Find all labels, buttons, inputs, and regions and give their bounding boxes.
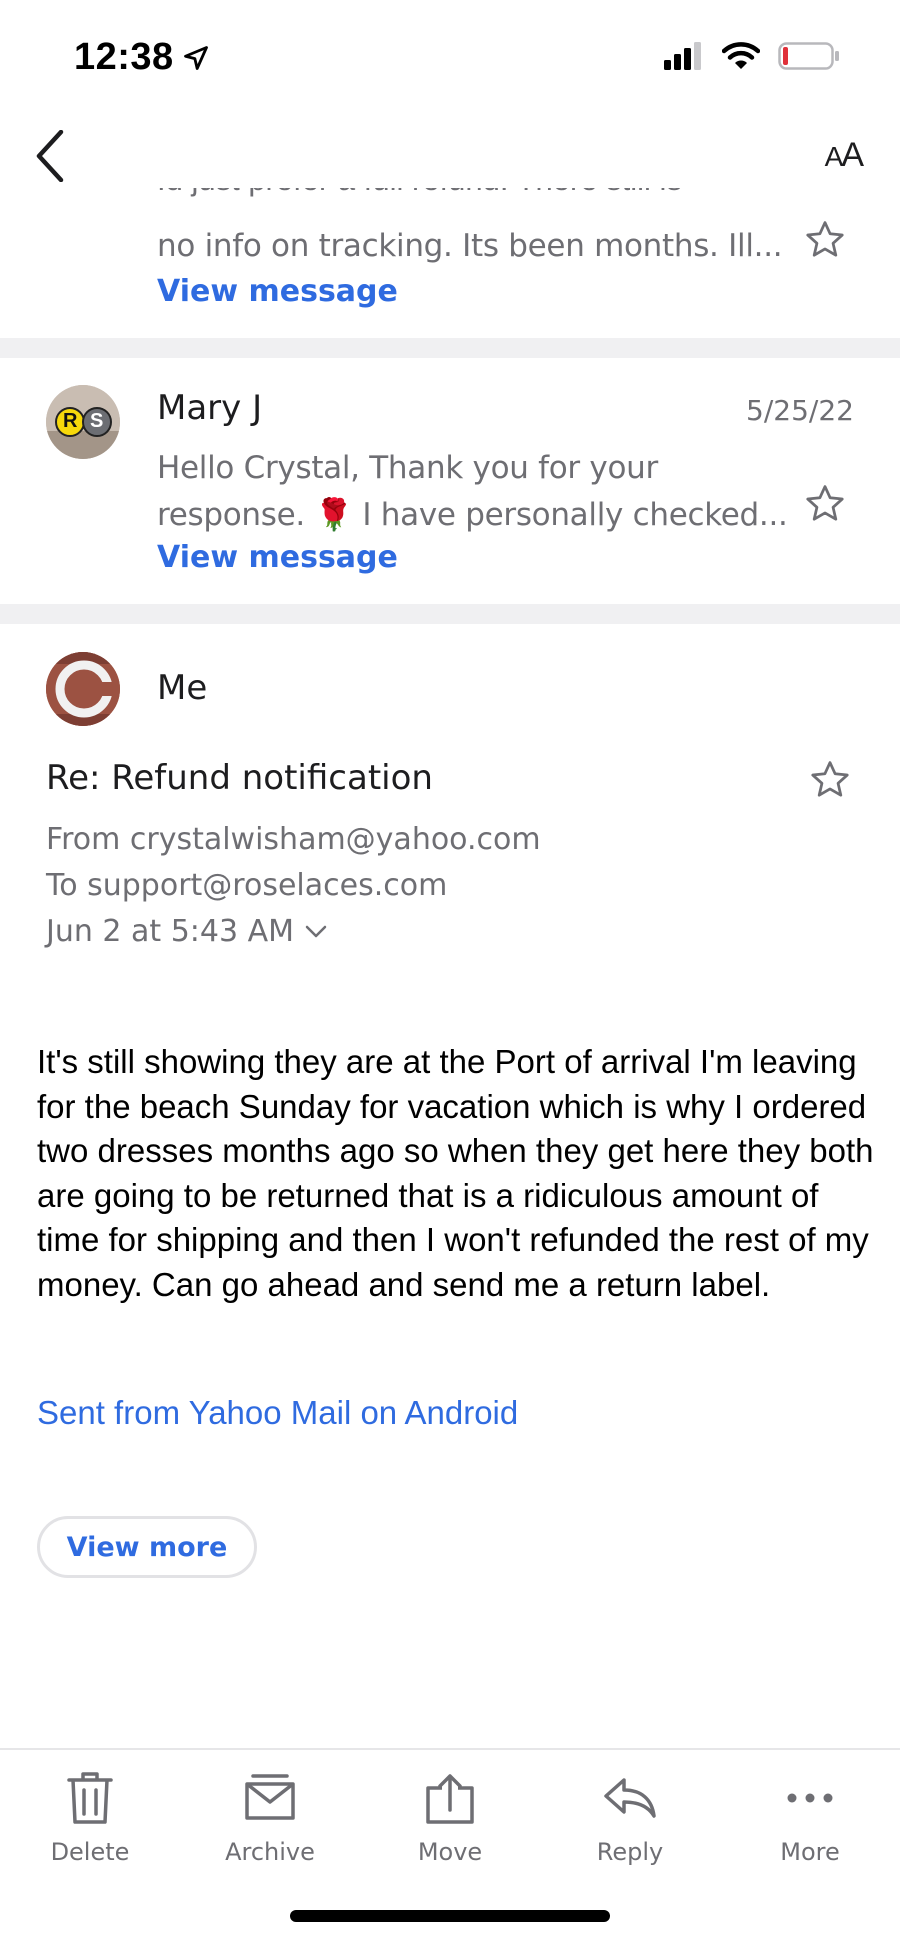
- trash-icon: [67, 1772, 113, 1824]
- status-icons: [664, 42, 840, 70]
- battery-icon: [778, 42, 839, 70]
- delete-label: Delete: [50, 1838, 130, 1866]
- preview-text-post: I have personally checked...: [362, 497, 788, 533]
- message-divider: [0, 338, 900, 358]
- more-dots-icon: [787, 1793, 833, 1803]
- letter-c-avatar-image: [46, 652, 120, 726]
- text-size-button[interactable]: AA: [824, 136, 864, 175]
- sender-name: Me: [157, 668, 208, 708]
- avatar: R S: [46, 385, 120, 459]
- message-date: 5/25/22: [746, 394, 854, 427]
- star-icon[interactable]: [803, 482, 847, 526]
- status-time-text: 12:38: [74, 36, 174, 78]
- move-button[interactable]: Move: [380, 1770, 520, 1866]
- delete-button[interactable]: Delete: [20, 1770, 160, 1866]
- view-message-link[interactable]: View message: [157, 274, 398, 309]
- more-label: More: [780, 1838, 840, 1866]
- avatar: [46, 652, 120, 726]
- back-button[interactable]: [30, 128, 70, 184]
- chevron-down-icon: [305, 925, 327, 937]
- preview-text-pre: response.: [157, 497, 305, 533]
- avatar-letter-r: R: [63, 410, 78, 432]
- sender-name: Mary J: [157, 388, 263, 428]
- clipped-preview-line: Id just prefer a full refund. There stil…: [157, 188, 682, 198]
- reply-button[interactable]: Reply: [560, 1770, 700, 1866]
- from-line: From crystalwisham@yahoo.com: [46, 822, 541, 857]
- wifi-icon: [722, 42, 760, 69]
- star-icon[interactable]: [803, 218, 847, 262]
- subway-signs-avatar-image: [46, 385, 120, 459]
- email-body: It's still showing they are at the Port …: [37, 1043, 874, 1303]
- status-time: 12:38: [74, 36, 210, 79]
- signature-link[interactable]: Sent from Yahoo Mail on Android: [37, 1394, 518, 1432]
- message-preview: no info on tracking. Its been months. Il…: [157, 228, 783, 264]
- message-preview-line2: response. 🌹 I have personally checked...: [157, 496, 788, 533]
- view-message-link[interactable]: View message: [157, 540, 398, 575]
- text-size-small-a: A: [824, 141, 844, 172]
- view-more-button[interactable]: View more: [37, 1516, 257, 1578]
- chevron-left-icon: [36, 130, 64, 182]
- message-datetime-toggle[interactable]: Jun 2 at 5:43 AM: [46, 914, 328, 949]
- to-line: To support@roselaces.com: [46, 868, 448, 903]
- reply-icon: [604, 1778, 656, 1818]
- cellular-signal-icon: [664, 42, 701, 70]
- text-size-large-a: A: [841, 136, 864, 174]
- archive-icon: [245, 1774, 295, 1820]
- rose-emoji-icon: 🌹: [314, 497, 354, 533]
- star-icon[interactable]: [808, 758, 852, 802]
- home-indicator[interactable]: [290, 1910, 610, 1922]
- archive-button[interactable]: Archive: [200, 1770, 340, 1866]
- email-subject: Re: Refund notification: [46, 758, 433, 798]
- collapsed-message-top[interactable]: Id just prefer a full refund. There stil…: [0, 188, 900, 338]
- move-icon: [426, 1774, 474, 1824]
- message-datetime: Jun 2 at 5:43 AM: [46, 914, 295, 949]
- message-preview-line1: Hello Crystal, Thank you for your: [157, 450, 658, 486]
- move-label: Move: [417, 1838, 483, 1866]
- location-arrow-icon: [183, 45, 208, 70]
- reply-label: Reply: [596, 1838, 664, 1866]
- archive-label: Archive: [225, 1838, 315, 1866]
- message-divider: [0, 604, 900, 624]
- more-button[interactable]: More: [740, 1770, 880, 1866]
- avatar-letter-s: S: [90, 410, 104, 432]
